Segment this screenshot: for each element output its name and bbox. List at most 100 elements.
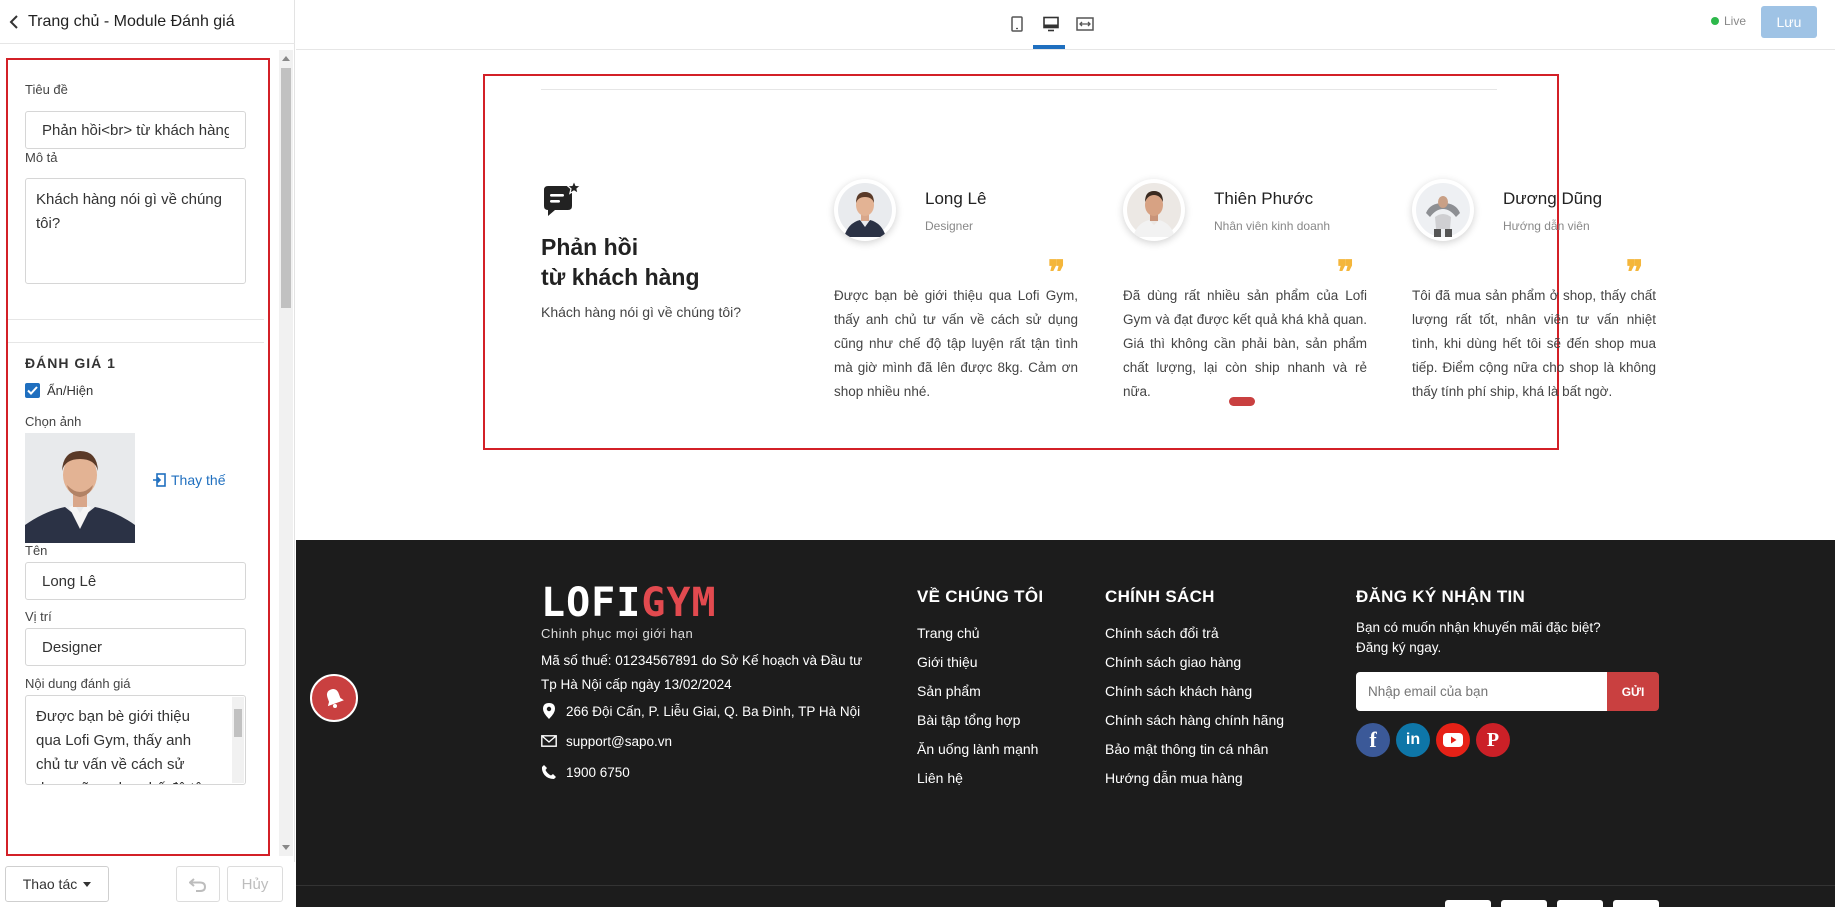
testimonial-intro: Phản hồi từ khách hàng Khách hàng nói gì…	[541, 179, 781, 320]
footer-newsletter-column: ĐĂNG KÝ NHẬN TIN Bạn có muốn nhận khuyến…	[1356, 587, 1659, 757]
tax-info: Mã số thuế: 01234567891 do Sở Kế hoạch v…	[541, 653, 863, 692]
footer-link[interactable]: Chính sách khách hàng	[1105, 677, 1284, 706]
newsletter-form: GỬI	[1356, 672, 1659, 711]
heading-line-1: Phản hồi	[541, 234, 639, 260]
live-dot-icon	[1711, 17, 1719, 25]
brand-slogan: Chinh phục mọi giới hạn	[541, 626, 694, 641]
footer-link[interactable]: Ăn uống lành mạnh	[917, 735, 1043, 764]
payment-method-icon	[1557, 900, 1603, 907]
title-input[interactable]	[25, 111, 246, 149]
quote-mark-icon: ❞	[1337, 253, 1355, 291]
footer-link[interactable]: Trang chủ	[917, 619, 1043, 648]
subscribe-button[interactable]: GỬI	[1607, 672, 1659, 711]
logo-part-gym: GYM	[641, 580, 717, 626]
logo-wordmark: LOFIGYM	[541, 580, 717, 626]
payment-method-icon	[1445, 900, 1491, 907]
footer-link[interactable]: Hướng dẫn mua hàng	[1105, 764, 1284, 793]
review-content-label: Nội dung đánh giá	[25, 676, 131, 691]
footer-link[interactable]: Liên hệ	[917, 764, 1043, 793]
newsletter-email-input[interactable]	[1356, 672, 1607, 711]
footer-link[interactable]: Giới thiệu	[917, 648, 1043, 677]
quote-mark-icon: ❞	[1048, 253, 1066, 291]
actions-dropdown-button[interactable]: Thao tác	[5, 866, 109, 902]
panel-footer: Thao tác Hủy	[0, 862, 295, 907]
reviewer-name: Thiên Phước	[1214, 189, 1314, 208]
lofi-gym-logo[interactable]: LOFIGYM	[541, 580, 717, 626]
expand-width-icon	[1076, 17, 1094, 31]
caret-down-icon	[83, 881, 92, 887]
heading-line-2: từ khách hàng	[541, 264, 700, 290]
undo-button[interactable]	[176, 866, 220, 902]
footer-divider	[296, 885, 1835, 886]
person-portrait-image	[25, 433, 135, 543]
cancel-button[interactable]: Hủy	[227, 866, 283, 902]
actions-label: Thao tác	[22, 876, 78, 892]
site-preview: Phản hồi từ khách hàng Khách hàng nói gì…	[296, 51, 1835, 907]
footer-about-column: VỀ CHÚNG TÔI Trang chủ Giới thiệu Sản ph…	[917, 587, 1043, 793]
mail-icon	[541, 733, 557, 749]
footer-link[interactable]: Sản phẩm	[917, 677, 1043, 706]
back-button[interactable]	[0, 0, 28, 44]
carousel-pager-dot[interactable]	[1229, 397, 1255, 406]
contact-email[interactable]: support@sapo.vn	[541, 733, 672, 749]
review-section-title: ĐÁNH GIÁ 1	[25, 355, 116, 371]
textarea-scroll-thumb[interactable]	[234, 709, 242, 737]
linkedin-icon[interactable]: in	[1396, 723, 1430, 757]
bell-icon	[326, 689, 344, 708]
review-1-settings-section: ĐÁNH GIÁ 1 Ẩn/Hiện Chọn ảnh Thay thế Tên…	[8, 342, 264, 856]
live-label: Live	[1724, 14, 1747, 28]
pinterest-icon[interactable]: P	[1476, 723, 1510, 757]
location-pin-icon	[541, 703, 557, 719]
replace-image-link[interactable]: Thay thế	[152, 472, 225, 488]
review-content-textarea[interactable]: Được bạn bè giới thiệu qua Lofi Gym, thấ…	[25, 695, 246, 785]
footer-link[interactable]: Bài tập tổng hợp	[917, 706, 1043, 735]
device-switcher	[1006, 12, 1096, 36]
review-text: Tôi đã mua sản phẩm ở shop, thấy chất lư…	[1412, 288, 1656, 399]
panel-scrollbar[interactable]	[279, 50, 293, 856]
fullwidth-view-button[interactable]	[1074, 12, 1096, 36]
image-field-label: Chọn ảnh	[25, 414, 82, 429]
reviewer-avatar	[1412, 179, 1474, 241]
footer-policy-column: CHÍNH SÁCH Chính sách đổi trả Chính sách…	[1105, 587, 1284, 793]
undo-icon	[189, 878, 207, 892]
save-button[interactable]: Lưu	[1761, 6, 1817, 38]
facebook-icon[interactable]: f	[1356, 723, 1390, 757]
position-input[interactable]	[25, 628, 246, 666]
heading-settings-section: Tiêu đề Mô tả Khách hàng nói gì về chúng…	[8, 58, 264, 320]
phone-text: 1900 6750	[566, 764, 630, 780]
scroll-down-icon[interactable]	[282, 845, 290, 850]
reviewer-role: Hướng dẫn viên	[1503, 219, 1590, 233]
mobile-view-button[interactable]	[1006, 12, 1028, 36]
reviewer-avatar	[1123, 179, 1185, 241]
testimonial-subtitle: Khách hàng nói gì về chúng tôi?	[541, 304, 742, 320]
avatar-image	[838, 183, 892, 237]
about-title: VỀ CHÚNG TÔI	[917, 587, 1044, 606]
footer-link[interactable]: Chính sách hàng chính hãng	[1105, 706, 1284, 735]
newsletter-desc-line-2: Đăng ký ngay.	[1356, 640, 1442, 655]
footer-link[interactable]: Chính sách giao hàng	[1105, 648, 1284, 677]
youtube-icon[interactable]	[1436, 723, 1470, 757]
footer-link[interactable]: Chính sách đổi trả	[1105, 619, 1284, 648]
checkbox[interactable]	[25, 383, 40, 398]
testimonial-heading: Phản hồi từ khách hàng	[541, 232, 781, 292]
reviewer-name: Long Lê	[925, 189, 987, 208]
description-textarea[interactable]: Khách hàng nói gì về chúng tôi?	[25, 178, 246, 284]
panel-scroll-thumb[interactable]	[281, 68, 291, 308]
name-field-label: Tên	[25, 543, 48, 558]
notification-bell-button[interactable]	[310, 674, 358, 722]
avatar-image-preview[interactable]	[25, 433, 135, 543]
panel-body[interactable]: Tiêu đề Mô tả Khách hàng nói gì về chúng…	[0, 50, 278, 856]
reviewer-role: Nhân viên kinh doanh	[1214, 219, 1331, 233]
review-text: Được bạn bè giới thiệu qua Lofi Gym, thấ…	[834, 288, 1078, 399]
show-hide-toggle[interactable]: Ẩn/Hiện	[25, 383, 93, 398]
toggle-label: Ẩn/Hiện	[47, 383, 94, 398]
name-input[interactable]	[25, 562, 246, 600]
description-field-label: Mô tả	[25, 150, 58, 165]
social-links: f in P	[1356, 723, 1656, 757]
scroll-up-icon[interactable]	[282, 56, 290, 61]
replace-label: Thay thế	[171, 472, 226, 488]
footer-link[interactable]: Bảo mật thông tin cá nhân	[1105, 735, 1284, 764]
desktop-view-button[interactable]	[1040, 12, 1062, 36]
contact-phone[interactable]: 1900 6750	[541, 764, 630, 780]
textarea-scrollbar[interactable]	[232, 697, 244, 783]
